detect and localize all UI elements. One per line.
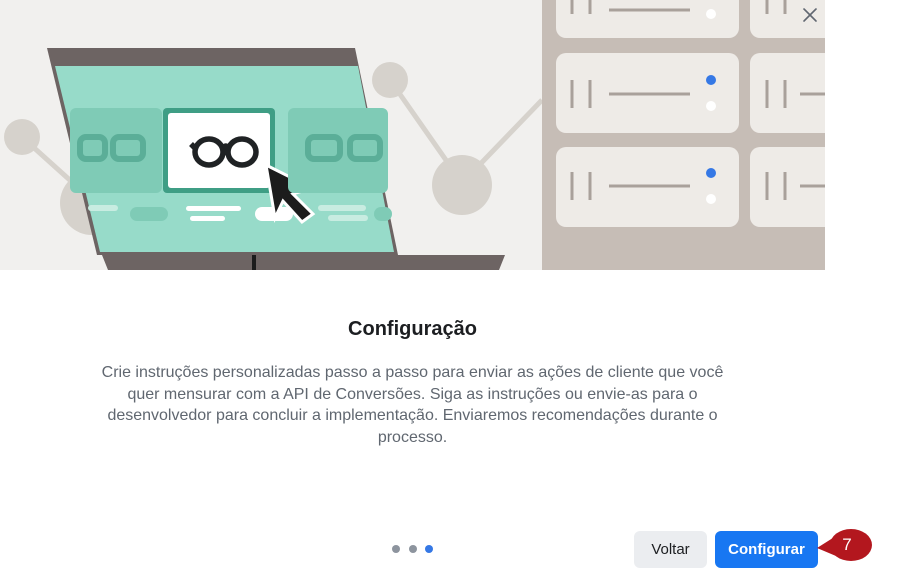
dialog-title: Configuração bbox=[348, 318, 477, 340]
back-button[interactable]: Voltar bbox=[634, 531, 707, 568]
setup-dialog: Configuração Crie instruções personaliza… bbox=[0, 0, 900, 574]
dialog-description: Crie instruções personalizadas passo a p… bbox=[101, 364, 724, 446]
step-number: 7 bbox=[842, 535, 852, 554]
close-icon[interactable] bbox=[797, 2, 823, 28]
pagination-dots bbox=[390, 544, 438, 556]
configure-button[interactable]: Configurar bbox=[715, 531, 818, 568]
pagination-dot-active[interactable] bbox=[425, 545, 433, 553]
pagination-dot[interactable] bbox=[409, 545, 417, 553]
hero-illustration bbox=[0, 0, 825, 270]
pagination-dot[interactable] bbox=[392, 545, 400, 553]
